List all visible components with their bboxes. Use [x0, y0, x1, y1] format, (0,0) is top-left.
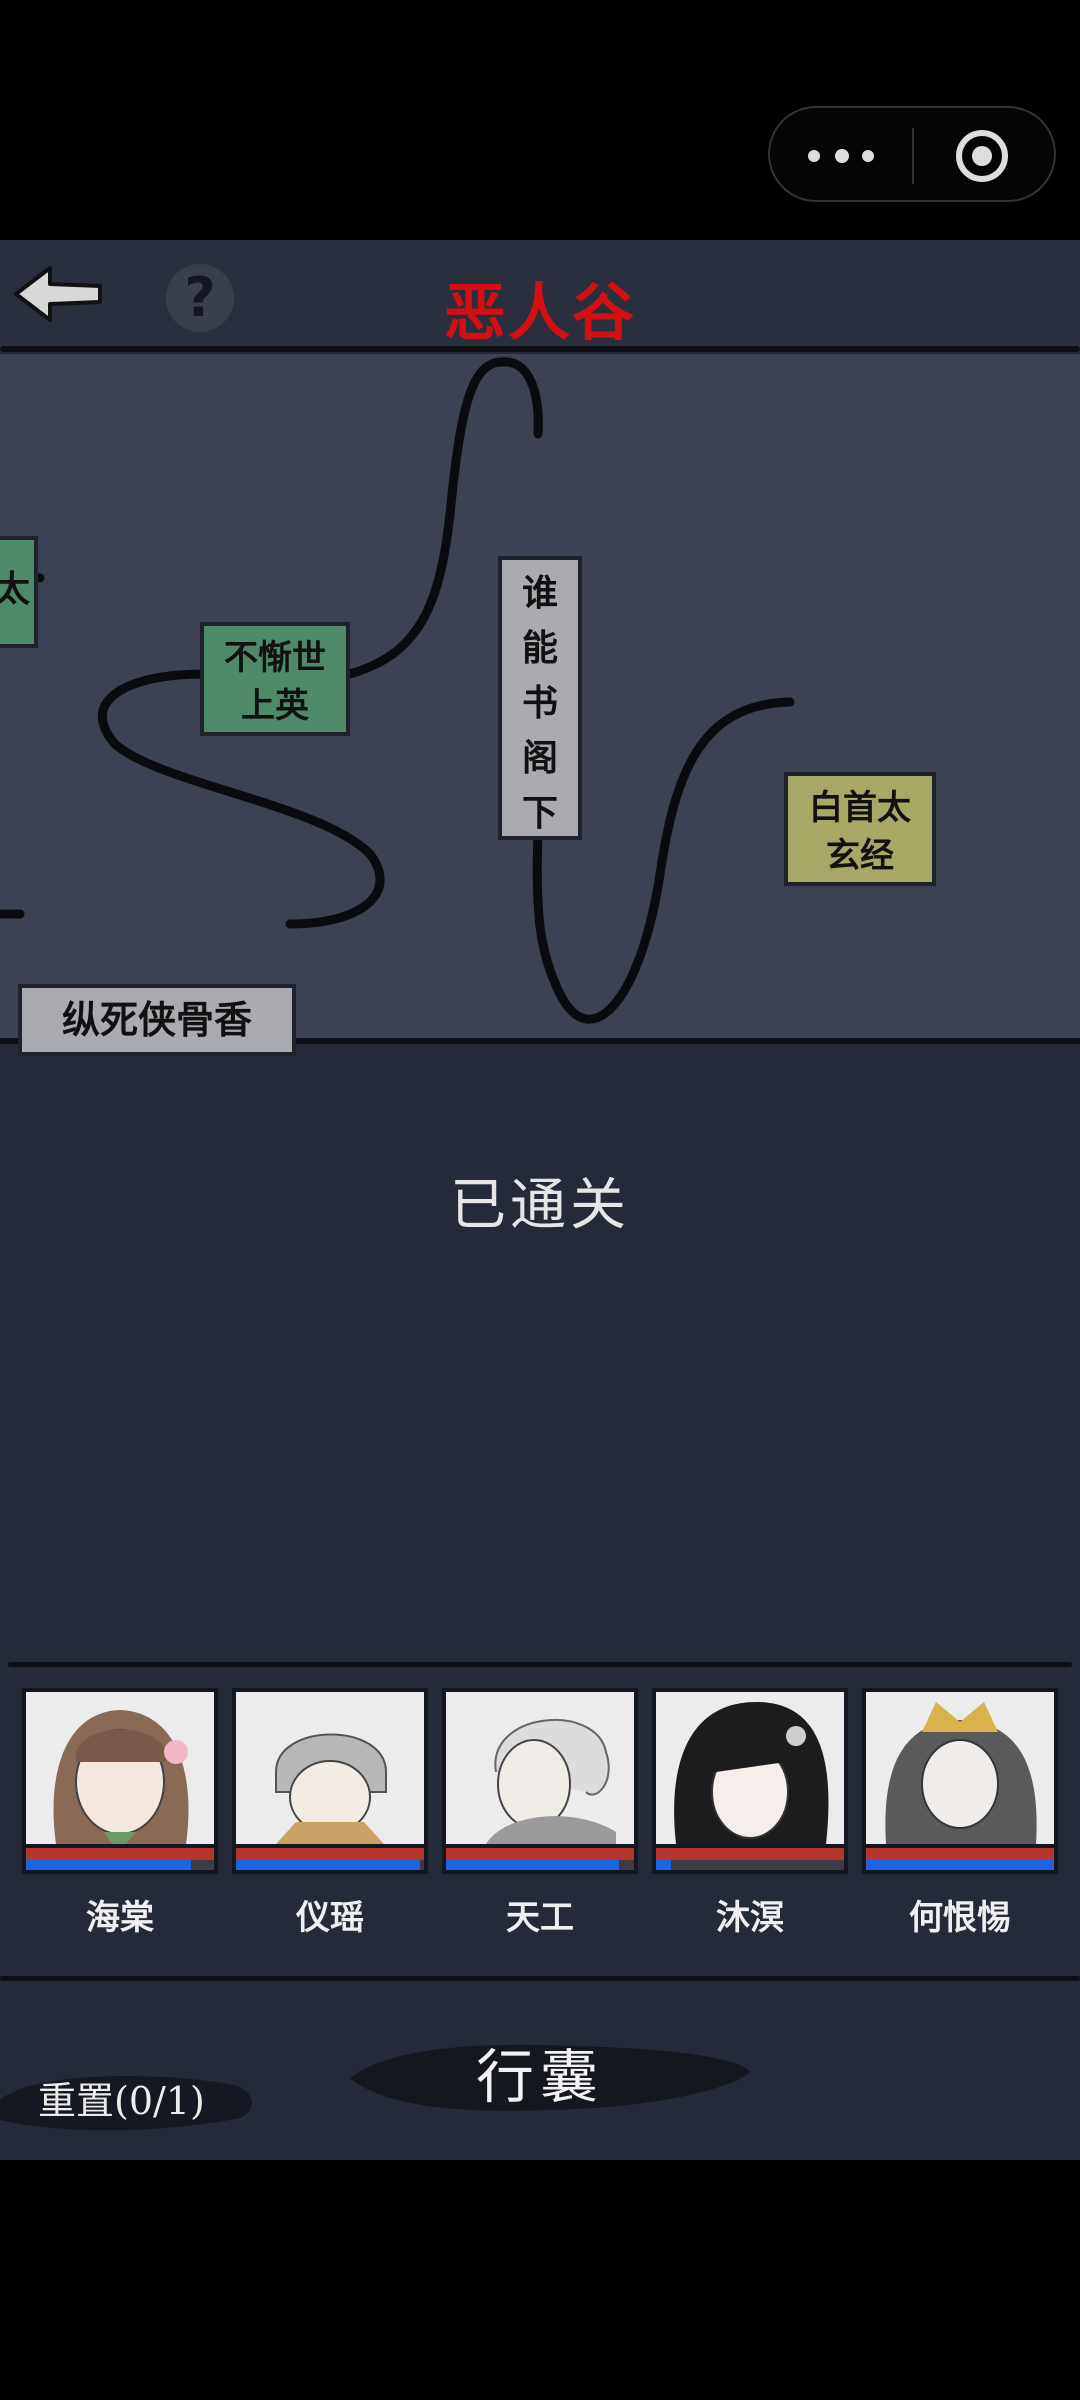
map-node-shuineng[interactable]: 谁 能 书 阁 下: [498, 556, 582, 840]
map-node-label-char: 能: [521, 627, 558, 669]
back-arrow-icon[interactable]: [10, 260, 106, 328]
more-dots-icon[interactable]: [808, 144, 878, 168]
member-name: 海棠: [86, 1898, 154, 1938]
member-hp-bar: [232, 1848, 428, 1860]
party-divider: [8, 1662, 1072, 1667]
map-node-label-char: 书: [521, 682, 558, 724]
map-node-zongsi[interactable]: 纵死侠骨香: [18, 984, 296, 1056]
bag-button[interactable]: 行囊: [380, 2030, 700, 2114]
member-hp-bar: [442, 1848, 638, 1860]
member-mp-bar: [22, 1860, 218, 1874]
party-member[interactable]: 何恨惕: [862, 1688, 1058, 1938]
bottom-safe-area: [0, 2160, 1080, 2400]
map-node-label-char: 谁: [521, 572, 558, 614]
map-node-label-line: 玄经: [826, 836, 894, 876]
party-member[interactable]: 沐溟: [652, 1688, 848, 1938]
header-divider: [0, 346, 1080, 352]
level-map: 太 不惭世 上英 纵死侠骨香 谁 能 书 阁 下 白首太 玄经: [0, 354, 1080, 1056]
member-hp-bar: [22, 1848, 218, 1860]
capsule-divider: [912, 128, 914, 184]
member-portrait: [652, 1688, 848, 1848]
member-portrait: [232, 1688, 428, 1848]
party-member[interactable]: 天工: [442, 1688, 638, 1938]
map-node-label-char: 阁: [521, 737, 558, 779]
member-hp-bar: [862, 1848, 1058, 1860]
member-mp-bar: [232, 1860, 428, 1874]
member-name: 沐溟: [716, 1898, 784, 1938]
member-portrait: [442, 1688, 638, 1848]
cleared-status: 已通关: [450, 1173, 630, 1238]
page-title: 恶人谷: [443, 276, 636, 349]
map-node-buduan[interactable]: 不惭世 上英: [200, 622, 350, 736]
bottom-divider: [0, 1976, 1080, 1981]
party-member[interactable]: 仪瑶: [232, 1688, 428, 1938]
member-mp-bar: [442, 1860, 638, 1874]
header-bar: ? 恶人谷: [0, 240, 1080, 352]
mini-program-capsule: [768, 106, 1056, 202]
reset-button[interactable]: 重置(0/1): [38, 2070, 205, 2125]
map-node-label-line: 白首太: [809, 788, 911, 828]
map-node-label-char: 下: [521, 792, 558, 834]
map-node-left-label: 太: [0, 568, 30, 610]
member-portrait: [22, 1688, 218, 1848]
member-portrait: [862, 1688, 1058, 1848]
member-mp-bar: [862, 1860, 1058, 1874]
member-name: 仪瑶: [296, 1898, 364, 1938]
game-screen: ? 恶人谷 太 不惭世 上英 纵死侠骨香 谁 能 书 阁 下 白首太 玄经 已通…: [0, 240, 1080, 2160]
map-node-label-line: 不惭世: [224, 638, 326, 678]
map-node-label: 纵死侠骨香: [61, 997, 252, 1042]
map-node-baishou[interactable]: 白首太 玄经: [784, 772, 936, 886]
member-hp-bar: [652, 1848, 848, 1860]
map-node-left[interactable]: 太: [0, 536, 38, 648]
system-bar: [0, 0, 1080, 240]
member-name: 天工: [506, 1898, 574, 1938]
help-icon[interactable]: ?: [166, 264, 234, 332]
member-mp-bar: [652, 1860, 848, 1874]
party-member[interactable]: 海棠: [22, 1688, 218, 1938]
close-target-icon[interactable]: [956, 130, 1008, 182]
map-node-label-line: 上英: [241, 686, 309, 726]
member-name: 何恨惕: [909, 1898, 1011, 1938]
